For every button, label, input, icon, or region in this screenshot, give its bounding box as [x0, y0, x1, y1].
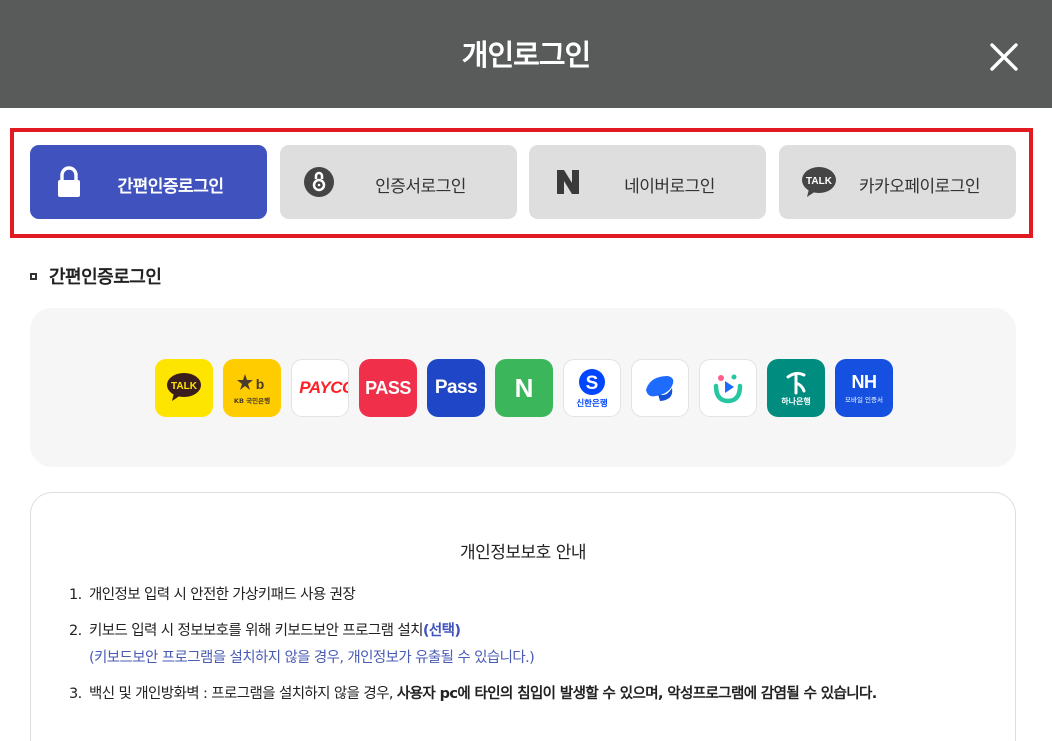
naver-provider-button[interactable]: N — [495, 359, 553, 417]
tab-label: 간편인증로그인 — [117, 177, 224, 197]
nh-logo-subtext: 모바일 인증서 — [845, 395, 883, 404]
notice-item: 2. 키보드 입력 시 정보보호를 위해 키보드보안 프로그램 설치(선택) (… — [69, 621, 999, 668]
kb-star-icon: b — [237, 374, 265, 392]
svg-text:TALK: TALK — [171, 381, 198, 392]
hana-logo-text: 하나은행 — [781, 397, 811, 406]
kb-provider-button[interactable]: b KB 국민은행 — [223, 359, 281, 417]
square-bullet-icon — [30, 272, 37, 280]
modal-title: 개인로그인 — [461, 38, 591, 72]
kb-logo-text: KB 국민은행 — [233, 397, 271, 405]
notice-item-subtext: (키보드보안 프로그램을 설치하지 않을 경우, 개인정보가 유출될 수 있습니… — [89, 650, 535, 666]
notice-item-number: 2. — [69, 623, 82, 639]
payco-provider-button[interactable]: PAYCO — [291, 359, 349, 417]
tab-simple-auth-login[interactable]: 간편인증로그인 — [30, 145, 267, 219]
tab-certificate-login[interactable]: 인증서로그인 — [280, 145, 517, 219]
close-icon[interactable] — [985, 38, 1025, 78]
notice-title: 개인정보보호 안내 — [459, 543, 587, 563]
banksalad-provider-button[interactable] — [699, 359, 757, 417]
naver-logo-text: N — [514, 372, 534, 403]
notice-item: 1. 개인정보 입력 시 안전한 가상키패드 사용 권장 — [69, 585, 999, 605]
pass-blue-provider-button[interactable]: Pass — [427, 359, 485, 417]
privacy-notice: 개인정보보호 안내 1. 개인정보 입력 시 안전한 가상키패드 사용 권장 2… — [30, 492, 1016, 741]
notice-item-text: 백신 및 개인방화벽 : 프로그램을 설치하지 않을 경우, — [89, 686, 397, 702]
tab-label: 인증서로그인 — [375, 177, 466, 197]
tab-label: 네이버로그인 — [624, 177, 715, 197]
kakao-talk-logo-icon: TALK — [167, 373, 201, 401]
notice-item-number: 3. — [69, 686, 82, 702]
svg-text:S: S — [586, 373, 599, 394]
pass-red-provider-button[interactable]: PASS — [359, 359, 417, 417]
svg-text:b: b — [256, 376, 265, 392]
toss-logo-icon — [646, 376, 674, 401]
notice-item-text: 개인정보 입력 시 안전한 가상키패드 사용 권장 — [89, 587, 356, 603]
notice-item-bold: 사용자 pc에 타인의 침입이 발생할 수 있으며, 악성프로그램에 감염될 수… — [396, 686, 877, 702]
auth-provider-list: TALK b KB 국민은행 PAYCO PASS Pass N S 신한은행 — [155, 359, 893, 417]
hana-provider-button[interactable]: 하나은행 — [767, 359, 825, 417]
notice-list: 1. 개인정보 입력 시 안전한 가상키패드 사용 권장 2. 키보드 입력 시… — [69, 585, 999, 720]
shinhan-provider-button[interactable]: S 신한은행 — [563, 359, 621, 417]
section-title-text: 간편인증로그인 — [49, 267, 162, 288]
hana-logo-icon — [786, 371, 806, 395]
shinhan-logo-icon: S — [579, 368, 605, 395]
payco-logo-text: PAYCO — [299, 378, 348, 397]
toss-provider-button[interactable] — [631, 359, 689, 417]
tab-label: 카카오페이로그인 — [858, 177, 981, 197]
nh-provider-button[interactable]: NH 모바일 인증서 — [835, 359, 893, 417]
nh-logo-text: NH — [851, 371, 878, 392]
notice-item-number: 1. — [69, 587, 82, 603]
notice-item-emphasis: (선택) — [422, 623, 461, 639]
notice-item-text: 키보드 입력 시 정보보호를 위해 키보드보안 프로그램 설치 — [89, 623, 423, 639]
banksalad-logo-icon — [713, 374, 743, 404]
notice-item: 3. 백신 및 개인방화벽 : 프로그램을 설치하지 않을 경우, 사용자 pc… — [69, 684, 999, 704]
pass-logo-text: PASS — [365, 377, 411, 398]
pass-logo-text: Pass — [434, 377, 478, 398]
modal-header: 개인로그인 — [0, 0, 1052, 108]
section-title: 간편인증로그인 — [30, 263, 162, 289]
tab-kakaopay-login[interactable]: TALK 카카오페이로그인 — [779, 145, 1016, 219]
tab-naver-login[interactable]: 네이버로그인 — [529, 145, 766, 219]
shinhan-logo-text: 신한은행 — [576, 398, 608, 409]
kakao-provider-button[interactable]: TALK — [155, 359, 213, 417]
